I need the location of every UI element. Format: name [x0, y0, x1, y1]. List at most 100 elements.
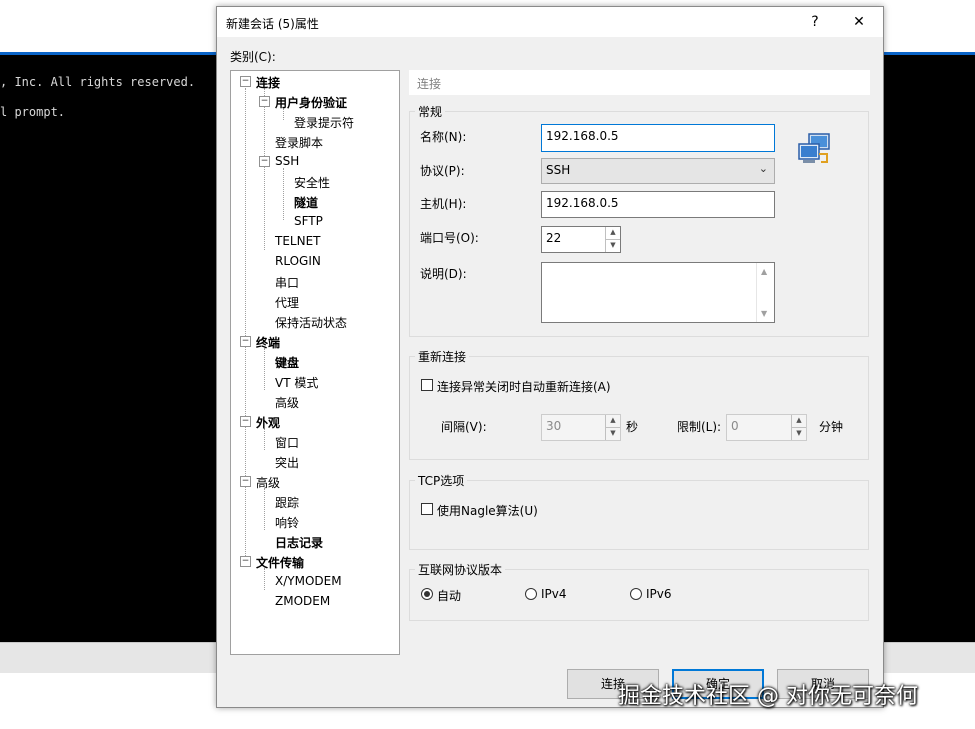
tree-item-telnet[interactable]: TELNET — [275, 234, 321, 248]
tcp-options-group-title: TCP选项 — [415, 472, 468, 489]
tree-item-window[interactable]: 窗口 — [275, 434, 299, 451]
port-label: 端口号(O): — [420, 231, 479, 245]
interval-field[interactable]: 30 ▲ ▼ — [541, 414, 621, 441]
tree-item-bell[interactable]: 响铃 — [275, 514, 299, 531]
tree-item-advanced[interactable]: 高级 — [256, 474, 280, 491]
description-scrollbar[interactable]: ▲ ▼ — [756, 263, 774, 322]
ip-v6-radio[interactable] — [630, 588, 642, 600]
spin-up-icon[interactable]: ▲ — [605, 415, 620, 428]
session-properties-dialog: 新建会话 (5)属性 ? ✕ 类别(C): − − − − − − − 连接 用… — [216, 6, 884, 708]
ip-auto-radio[interactable] — [421, 588, 433, 600]
ip-auto-label[interactable]: 自动 — [437, 587, 461, 604]
radio-selected-dot — [424, 591, 430, 597]
collapse-icon[interactable]: − — [259, 96, 270, 107]
auto-reconnect-checkbox[interactable] — [421, 379, 433, 391]
collapse-icon[interactable]: − — [240, 556, 251, 567]
ip-v6-label[interactable]: IPv6 — [646, 587, 672, 601]
chevron-down-icon[interactable]: ⌄ — [759, 162, 768, 175]
tree-item-sftp[interactable]: SFTP — [294, 214, 323, 228]
category-tree[interactable]: − − − − − − − 连接 用户身份验证 登录提示符 登录脚本 SSH 安… — [230, 70, 400, 655]
port-field[interactable]: 22 ▲ ▼ — [541, 226, 621, 253]
description-field[interactable]: ▲ ▼ — [541, 262, 775, 323]
help-icon[interactable]: ? — [800, 11, 830, 33]
protocol-selected-value: SSH — [546, 163, 571, 177]
collapse-icon[interactable]: − — [240, 416, 251, 427]
tree-connector — [245, 88, 246, 566]
scroll-down-icon[interactable]: ▼ — [761, 309, 767, 318]
tree-item-keepalive[interactable]: 保持活动状态 — [275, 314, 347, 331]
tree-connector — [264, 488, 265, 530]
tree-item-terminal[interactable]: 终端 — [256, 334, 280, 351]
tree-item-file-transfer[interactable]: 文件传输 — [256, 554, 304, 571]
tree-item-terminal-advanced[interactable]: 高级 — [275, 394, 299, 411]
interval-label: 间隔(V): — [441, 420, 487, 434]
spin-down-icon[interactable]: ▼ — [605, 428, 620, 440]
tree-item-trace[interactable]: 跟踪 — [275, 494, 299, 511]
spin-up-icon[interactable]: ▲ — [605, 227, 620, 240]
tree-item-xymodem[interactable]: X/YMODEM — [275, 574, 342, 588]
host-field[interactable]: 192.168.0.5 — [541, 191, 775, 218]
tree-item-highlight[interactable]: 突出 — [275, 454, 299, 471]
general-group-title: 常规 — [415, 103, 446, 120]
collapse-icon[interactable]: − — [259, 156, 270, 167]
tree-item-login-script[interactable]: 登录脚本 — [275, 134, 323, 151]
terminal-line: l prompt. — [0, 105, 66, 119]
ip-v4-label[interactable]: IPv4 — [541, 587, 567, 601]
limit-field[interactable]: 0 ▲ ▼ — [726, 414, 807, 441]
terminal-line: , Inc. All rights reserved. — [0, 75, 196, 89]
tree-connector — [264, 348, 265, 390]
tree-item-ssh[interactable]: SSH — [275, 154, 299, 168]
tree-connector — [264, 428, 265, 450]
name-label: 名称(N): — [420, 130, 467, 144]
spin-up-icon[interactable]: ▲ — [791, 415, 806, 428]
category-label: 类别(C): — [230, 50, 276, 64]
tree-item-appearance[interactable]: 外观 — [256, 414, 280, 431]
limit-label: 限制(L): — [677, 420, 722, 434]
ip-v4-radio[interactable] — [525, 588, 537, 600]
port-value: 22 — [546, 231, 562, 245]
protocol-label: 协议(P): — [420, 164, 465, 178]
tree-item-proxy[interactable]: 代理 — [275, 294, 299, 311]
limit-value: 0 — [731, 419, 739, 433]
tree-connector — [264, 568, 265, 590]
auto-reconnect-label[interactable]: 连接异常关闭时自动重新连接(A) — [437, 378, 611, 395]
reconnect-group-title: 重新连接 — [415, 348, 470, 365]
dialog-title: 新建会话 (5)属性 — [226, 17, 319, 31]
name-field[interactable]: 192.168.0.5 — [541, 124, 775, 152]
network-computer-icon — [798, 133, 830, 163]
tree-connector — [283, 168, 284, 220]
section-header-title: 连接 — [417, 77, 442, 91]
spin-down-icon[interactable]: ▼ — [791, 428, 806, 440]
tree-item-serial[interactable]: 串口 — [275, 274, 299, 291]
scroll-up-icon[interactable]: ▲ — [761, 267, 767, 276]
tree-item-vt-mode[interactable]: VT 模式 — [275, 374, 318, 391]
tree-item-rlogin[interactable]: RLOGIN — [275, 254, 321, 268]
watermark: 掘金技术社区 @ 对你无可奈何 — [618, 684, 918, 709]
tree-item-login-prompt[interactable]: 登录提示符 — [294, 114, 354, 131]
section-header: 连接 — [409, 70, 870, 95]
interval-value: 30 — [546, 419, 562, 433]
tree-item-logging[interactable]: 日志记录 — [275, 534, 323, 551]
limit-unit: 分钟 — [819, 420, 844, 434]
tree-item-connection[interactable]: 连接 — [256, 74, 280, 91]
collapse-icon[interactable]: − — [240, 336, 251, 347]
description-label: 说明(D): — [420, 267, 467, 281]
nagle-label[interactable]: 使用Nagle算法(U) — [437, 502, 538, 519]
tree-item-tunnel[interactable]: 隧道 — [294, 194, 318, 211]
host-label: 主机(H): — [420, 197, 467, 211]
tree-item-keyboard[interactable]: 键盘 — [275, 354, 299, 371]
close-icon[interactable]: ✕ — [844, 11, 874, 33]
nagle-checkbox[interactable] — [421, 503, 433, 515]
tree-item-security[interactable]: 安全性 — [294, 174, 330, 191]
dialog-titlebar[interactable]: 新建会话 (5)属性 ? ✕ — [217, 7, 883, 37]
tree-connector — [264, 88, 265, 250]
reconnect-group — [409, 356, 869, 460]
ip-version-group-title: 互联网协议版本 — [415, 561, 506, 578]
collapse-icon[interactable]: − — [240, 76, 251, 87]
spin-down-icon[interactable]: ▼ — [605, 240, 620, 252]
interval-unit: 秒 — [626, 420, 639, 434]
tree-item-auth[interactable]: 用户身份验证 — [275, 94, 347, 111]
tree-item-zmodem[interactable]: ZMODEM — [275, 594, 330, 608]
collapse-icon[interactable]: − — [240, 476, 251, 487]
protocol-select[interactable]: SSH ⌄ — [541, 158, 775, 184]
